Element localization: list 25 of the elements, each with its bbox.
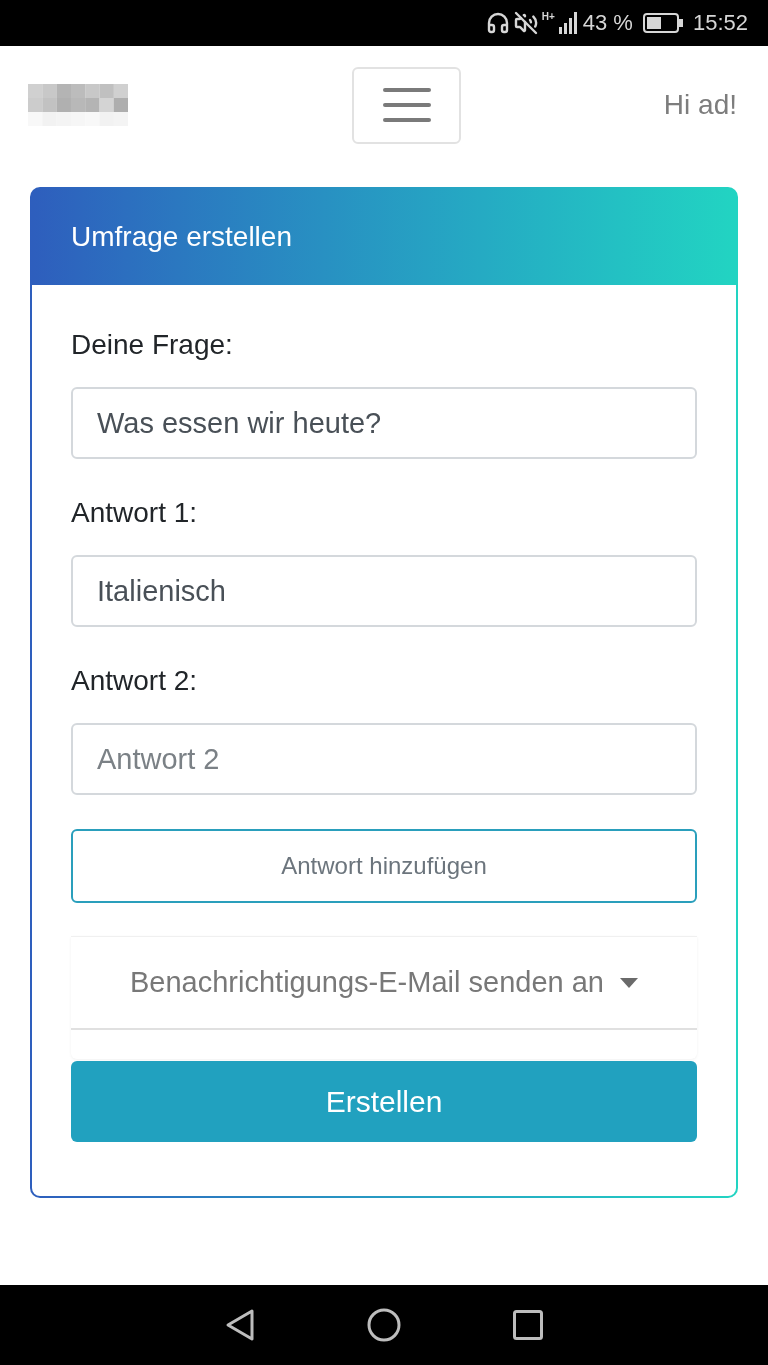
email-recipient-dropdown[interactable]: Benachrichtigungs-E-Mail senden an: [71, 936, 697, 1059]
recent-apps-icon[interactable]: [513, 1310, 543, 1340]
menu-button[interactable]: [352, 66, 461, 144]
clock-time: 15:52: [692, 12, 748, 34]
card-title: Umfrage erstellen: [71, 220, 292, 254]
back-icon[interactable]: [225, 1308, 255, 1342]
greeting-text: Hi ad!: [663, 88, 737, 122]
battery-percent: 43 %: [582, 12, 633, 34]
text-field[interactable]: Antwort 2: [71, 723, 697, 795]
add-answer-button[interactable]: Antwort hinzufügen: [71, 829, 697, 903]
text-field[interactable]: Italienisch: [71, 555, 697, 627]
signal-icon: [558, 12, 577, 34]
field-label: Antwort 2:: [71, 664, 199, 698]
headphones-icon: [485, 11, 510, 35]
text-field[interactable]: Was essen wir heute?: [71, 387, 697, 459]
network-type: H+: [541, 12, 555, 22]
create-button[interactable]: Erstellen: [71, 1061, 697, 1142]
home-icon[interactable]: [367, 1308, 401, 1342]
field-label: Antwort 1:: [71, 496, 199, 530]
mute-icon: [513, 11, 538, 35]
menu-icon: [382, 87, 431, 123]
field-label: Deine Frage:: [71, 328, 234, 362]
battery-icon: [642, 13, 683, 33]
dropdown-placeholder: Benachrichtigungs-E-Mail senden an: [130, 964, 604, 1000]
caret-down-icon: [619, 977, 638, 988]
